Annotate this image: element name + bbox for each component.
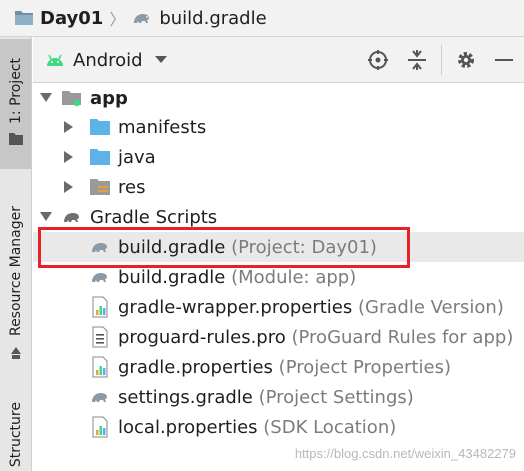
- locate-icon[interactable]: [366, 48, 390, 72]
- file-name: settings.gradle: [118, 386, 253, 408]
- tree-item-manifests[interactable]: manifests: [33, 112, 524, 142]
- breadcrumb-project-label: Day01: [40, 7, 104, 29]
- collapsed-arrow-icon[interactable]: [62, 180, 76, 194]
- file-hint: (Project Properties): [278, 356, 451, 378]
- file-name: local.properties: [118, 416, 258, 438]
- properties-file-icon: [89, 296, 111, 318]
- file-hint: (Module: app): [231, 266, 357, 288]
- file-hint: (ProGuard Rules for app): [291, 326, 514, 348]
- properties-file-icon: [89, 356, 111, 378]
- project-folder-icon: [14, 9, 34, 27]
- folder-icon: [89, 146, 111, 168]
- resource-folder-icon: [89, 176, 111, 198]
- toolbar-divider: [441, 45, 442, 75]
- tree-item-label: manifests: [118, 116, 207, 138]
- tab-structure-label: Structure: [7, 402, 24, 468]
- gradle-icon: [131, 9, 153, 27]
- expanded-arrow-icon[interactable]: [39, 210, 53, 224]
- module-folder-icon: [61, 87, 83, 109]
- gradle-icon: [89, 266, 111, 288]
- file-hint: (Gradle Version): [358, 296, 504, 318]
- tree-item-local-properties[interactable]: local.properties (SDK Location): [33, 412, 524, 442]
- text-file-icon: [89, 326, 111, 348]
- properties-file-icon: [89, 416, 111, 438]
- file-hint: (Project Settings): [258, 386, 414, 408]
- file-name: proguard-rules.pro: [118, 326, 286, 348]
- file-name: build.gradle: [118, 236, 226, 258]
- folder-icon: [89, 116, 111, 138]
- breadcrumb-file[interactable]: build.gradle: [131, 0, 267, 36]
- tree-item-settings-gradle[interactable]: settings.gradle (Project Settings): [33, 382, 524, 412]
- hide-icon[interactable]: [492, 48, 516, 72]
- gear-icon[interactable]: [454, 48, 478, 72]
- tree-item-proguard-rules[interactable]: proguard-rules.pro (ProGuard Rules for a…: [33, 322, 524, 352]
- tree-item-build-gradle-module[interactable]: build.gradle (Module: app): [33, 262, 524, 292]
- breadcrumb-separator: 〉: [109, 10, 126, 29]
- chevron-down-icon: [154, 56, 167, 64]
- gradle-icon: [61, 206, 83, 228]
- expanded-arrow-icon[interactable]: [39, 91, 53, 105]
- tree-item-app[interactable]: app: [33, 83, 524, 113]
- breadcrumb-project[interactable]: Day01: [14, 0, 103, 36]
- tab-project-label: 1: Project: [7, 57, 24, 124]
- tree-item-gradle-properties[interactable]: gradle.properties (Project Properties): [33, 352, 524, 382]
- watermark: https://blog.csdn.net/weixin_43482279: [294, 446, 516, 461]
- folder-icon: [8, 131, 24, 150]
- tab-resource-manager-label: Resource Manager: [7, 206, 24, 337]
- file-name: gradle.properties: [118, 356, 273, 378]
- resource-manager-icon: [9, 345, 23, 364]
- view-mode-dropdown[interactable]: Android: [45, 37, 167, 83]
- file-name: gradle-wrapper.properties: [118, 296, 353, 318]
- breadcrumb-file-label: build.gradle: [159, 7, 267, 29]
- tree-item-build-gradle-project[interactable]: build.gradle (Project: Day01): [33, 232, 524, 262]
- tree-item-label: res: [118, 176, 146, 198]
- file-name: build.gradle: [118, 266, 226, 288]
- tree-item-label: Gradle Scripts: [90, 206, 218, 228]
- tree-item-res[interactable]: res: [33, 172, 524, 202]
- tab-resource-manager[interactable]: Resource Manager: [0, 195, 31, 375]
- tree-item-gradle-scripts[interactable]: Gradle Scripts: [33, 202, 524, 232]
- tree-item-label: java: [118, 146, 156, 168]
- collapse-all-icon[interactable]: [405, 48, 429, 72]
- project-toolbar: Android: [33, 37, 524, 83]
- tree-item-java[interactable]: java: [33, 142, 524, 172]
- collapsed-arrow-icon[interactable]: [62, 120, 76, 134]
- tree-item-gradle-wrapper-properties[interactable]: gradle-wrapper.properties (Gradle Versio…: [33, 292, 524, 322]
- file-hint: (SDK Location): [263, 416, 397, 438]
- navigation-bar: Day01 〉 build.gradle: [0, 0, 524, 37]
- android-icon: [45, 53, 65, 67]
- file-hint: (Project: Day01): [231, 236, 377, 258]
- tab-structure[interactable]: Structure: [0, 399, 31, 471]
- tree-item-label: app: [90, 87, 128, 109]
- view-mode-label: Android: [73, 49, 143, 71]
- gradle-icon: [89, 236, 111, 258]
- tab-project[interactable]: 1: Project: [0, 39, 31, 169]
- tool-window-stripe: 1: Project Resource Manager Structure: [0, 37, 32, 471]
- project-tree: app manifests java res Gradle Scripts bu…: [33, 83, 524, 471]
- collapsed-arrow-icon[interactable]: [62, 150, 76, 164]
- gradle-icon: [89, 386, 111, 408]
